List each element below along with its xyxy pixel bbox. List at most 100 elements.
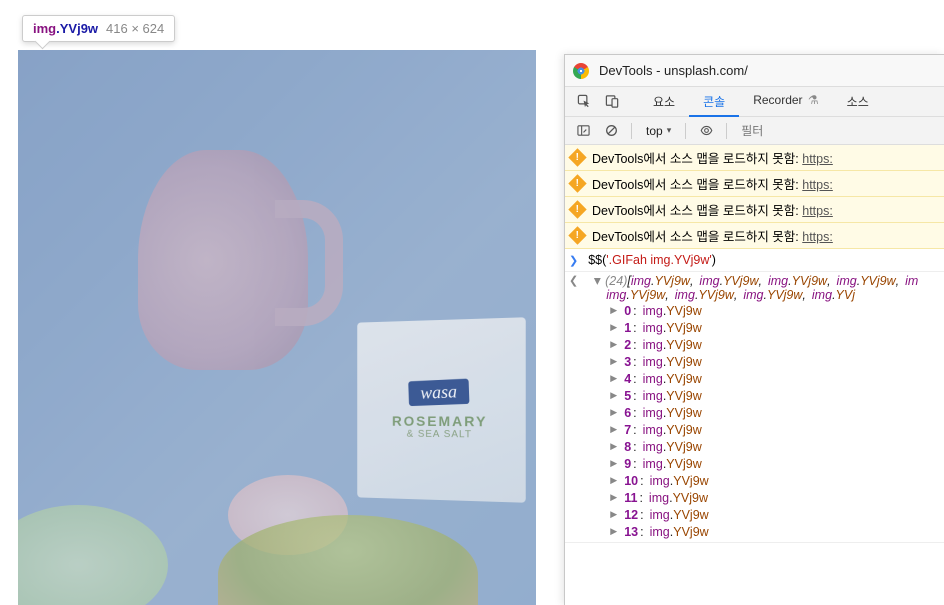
warning-link[interactable]: https: [802, 204, 833, 218]
array-value[interactable]: img.YVj9w [649, 491, 708, 505]
tab-recorder[interactable]: Recorder ⚗ [739, 87, 832, 117]
expand-triangle-icon[interactable]: ▶ [610, 356, 620, 367]
array-value[interactable]: img.YVj9w [643, 355, 702, 369]
tooltip-tag: img [33, 21, 56, 36]
array-index: 10 [624, 474, 638, 488]
array-item-preview[interactable]: img.YVj9w [743, 288, 802, 302]
array-item-preview[interactable]: img.YVj9w [631, 274, 690, 288]
array-item-preview[interactable]: img.YVj9w [837, 274, 896, 288]
array-index: 6 [624, 406, 631, 420]
context-selector[interactable]: top [640, 122, 677, 140]
filter-input[interactable] [735, 122, 944, 140]
array-item-row[interactable]: ▶7:img.YVj9w [610, 421, 936, 438]
devtools-titlebar[interactable]: DevTools - unsplash.com/ [565, 55, 944, 87]
array-index: 9 [624, 457, 631, 471]
array-value[interactable]: img.YVj9w [650, 525, 709, 539]
warning-link[interactable]: https: [802, 178, 833, 192]
array-index: 0 [624, 304, 631, 318]
array-item-row[interactable]: ▶10:img.YVj9w [610, 472, 936, 489]
preview-box: wasa ROSEMARY & SEA SALT [357, 317, 525, 502]
array-value[interactable]: img.YVj9w [650, 508, 709, 522]
array-item-row[interactable]: ▶6:img.YVj9w [610, 404, 936, 421]
array-item-row[interactable]: ▶0:img.YVj9w [610, 302, 936, 319]
console-warning-row[interactable]: ! DevTools에서 소스 맵을 로드하지 못함: https: [565, 171, 944, 197]
expand-triangle-icon[interactable]: ▶ [610, 407, 620, 418]
array-value[interactable]: img.YVj9w [643, 389, 702, 403]
device-toggle-icon[interactable] [599, 89, 625, 115]
inspect-element-icon[interactable] [571, 89, 597, 115]
array-value[interactable]: img.YVj9w [650, 474, 709, 488]
element-tooltip: img.YVj9w 416 × 624 [22, 15, 175, 42]
console-result[interactable]: ▶(24) [img.YVj9w,img.YVj9w,img.YVj9w,img… [588, 274, 936, 540]
console-warning-row[interactable]: !DevTools에서 소스 맵을 로드하지 못함: https: [565, 223, 944, 249]
warning-link[interactable]: https: [802, 230, 833, 244]
array-value[interactable]: img.YVj9w [643, 338, 702, 352]
console-output[interactable]: ! DevTools에서 소스 맵을 로드하지 못함: https:! DevToo… [565, 145, 944, 605]
devtools-tabs: 요소 콘솔 Recorder ⚗ 소스 [639, 87, 883, 117]
expand-triangle-icon[interactable]: ▶ [610, 509, 620, 520]
warning-link[interactable]: https: [802, 152, 833, 166]
array-value[interactable]: img.YVj9w [643, 440, 702, 454]
array-item-preview[interactable]: img.YVj9w [699, 274, 758, 288]
box-flavor: ROSEMARY [392, 413, 487, 429]
warning-icon: ! [568, 174, 586, 192]
array-value[interactable]: img.YVj9w [643, 304, 702, 318]
array-item-row[interactable]: ▶12:img.YVj9w [610, 506, 936, 523]
array-count: (24) [605, 274, 627, 288]
warning-text: DevTools에서 소스 맵을 로드하지 못함: https: [592, 174, 833, 193]
expand-triangle-icon[interactable]: ▶ [610, 441, 620, 452]
expand-triangle-icon[interactable]: ▶ [610, 458, 620, 469]
expand-triangle-icon[interactable]: ▶ [610, 390, 620, 401]
expand-triangle-icon[interactable]: ▶ [610, 373, 620, 384]
output-caret-icon: ❮ [569, 274, 578, 287]
array-preview[interactable]: ▶(24) [img.YVj9w,img.YVj9w,img.YVj9w,img… [588, 274, 936, 288]
expand-triangle-icon[interactable]: ▶ [592, 278, 603, 285]
array-index: 5 [624, 389, 631, 403]
live-expression-icon[interactable] [694, 119, 718, 143]
array-value[interactable]: img.YVj9w [643, 321, 702, 335]
array-item-preview[interactable]: img.YVj9w [606, 288, 665, 302]
array-item-row[interactable]: ▶3:img.YVj9w [610, 353, 936, 370]
expand-triangle-icon[interactable]: ▶ [610, 424, 620, 435]
array-index: 8 [624, 440, 631, 454]
array-value[interactable]: img.YVj9w [643, 423, 702, 437]
console-filterbar: top [565, 117, 944, 145]
array-preview-cont[interactable]: img.YVj9w,img.YVj9w,img.YVj9w,img.YVj [588, 288, 936, 302]
clear-console-icon[interactable] [599, 119, 623, 143]
console-sidebar-toggle-icon[interactable] [571, 119, 595, 143]
array-value[interactable]: img.YVj9w [643, 406, 702, 420]
expand-triangle-icon[interactable]: ▶ [610, 526, 620, 537]
tab-elements[interactable]: 요소 [639, 87, 689, 117]
array-item-row[interactable]: ▶2:img.YVj9w [610, 336, 936, 353]
array-item-row[interactable]: ▶1:img.YVj9w [610, 319, 936, 336]
array-value[interactable]: img.YVj9w [643, 457, 702, 471]
tooltip-dimensions: 416 × 624 [106, 21, 164, 36]
console-result-row: ❮ ▶(24) [img.YVj9w,img.YVj9w,img.YVj9w,i… [565, 272, 944, 543]
array-item-row[interactable]: ▶13:img.YVj9w [610, 523, 936, 540]
array-item-row[interactable]: ▶11:img.YVj9w [610, 489, 936, 506]
array-item-row[interactable]: ▶9:img.YVj9w [610, 455, 936, 472]
expand-triangle-icon[interactable]: ▶ [610, 475, 620, 486]
warning-icon: ! [568, 148, 586, 166]
tab-sources[interactable]: 소스 [833, 87, 883, 117]
expand-triangle-icon[interactable]: ▶ [610, 339, 620, 350]
console-warning-row[interactable]: !DevTools에서 소스 맵을 로드하지 못함: https: [565, 197, 944, 223]
flask-icon: ⚗ [808, 93, 819, 107]
expand-triangle-icon[interactable]: ▶ [610, 305, 620, 316]
array-item-row[interactable]: ▶8:img.YVj9w [610, 438, 936, 455]
array-item-preview[interactable]: img.YVj9w [675, 288, 734, 302]
preview-shape [18, 505, 168, 605]
devtools-toolbar: 요소 콘솔 Recorder ⚗ 소스 [565, 87, 944, 117]
warning-icon: ! [568, 226, 586, 244]
array-value[interactable]: img.YVj9w [643, 372, 702, 386]
tab-console[interactable]: 콘솔 [689, 87, 739, 117]
separator [685, 123, 686, 139]
expand-triangle-icon[interactable]: ▶ [610, 322, 620, 333]
warning-text: DevTools에서 소스 맵을 로드하지 못함: https: [592, 148, 833, 167]
array-item-preview[interactable]: img.YVj9w [768, 274, 827, 288]
expand-triangle-icon[interactable]: ▶ [610, 492, 620, 503]
console-warning-row[interactable]: ! DevTools에서 소스 맵을 로드하지 못함: https: [565, 145, 944, 171]
devtools-window: DevTools - unsplash.com/ 요소 콘솔 Recorder … [564, 54, 944, 605]
array-item-row[interactable]: ▶5:img.YVj9w [610, 387, 936, 404]
array-item-row[interactable]: ▶4:img.YVj9w [610, 370, 936, 387]
